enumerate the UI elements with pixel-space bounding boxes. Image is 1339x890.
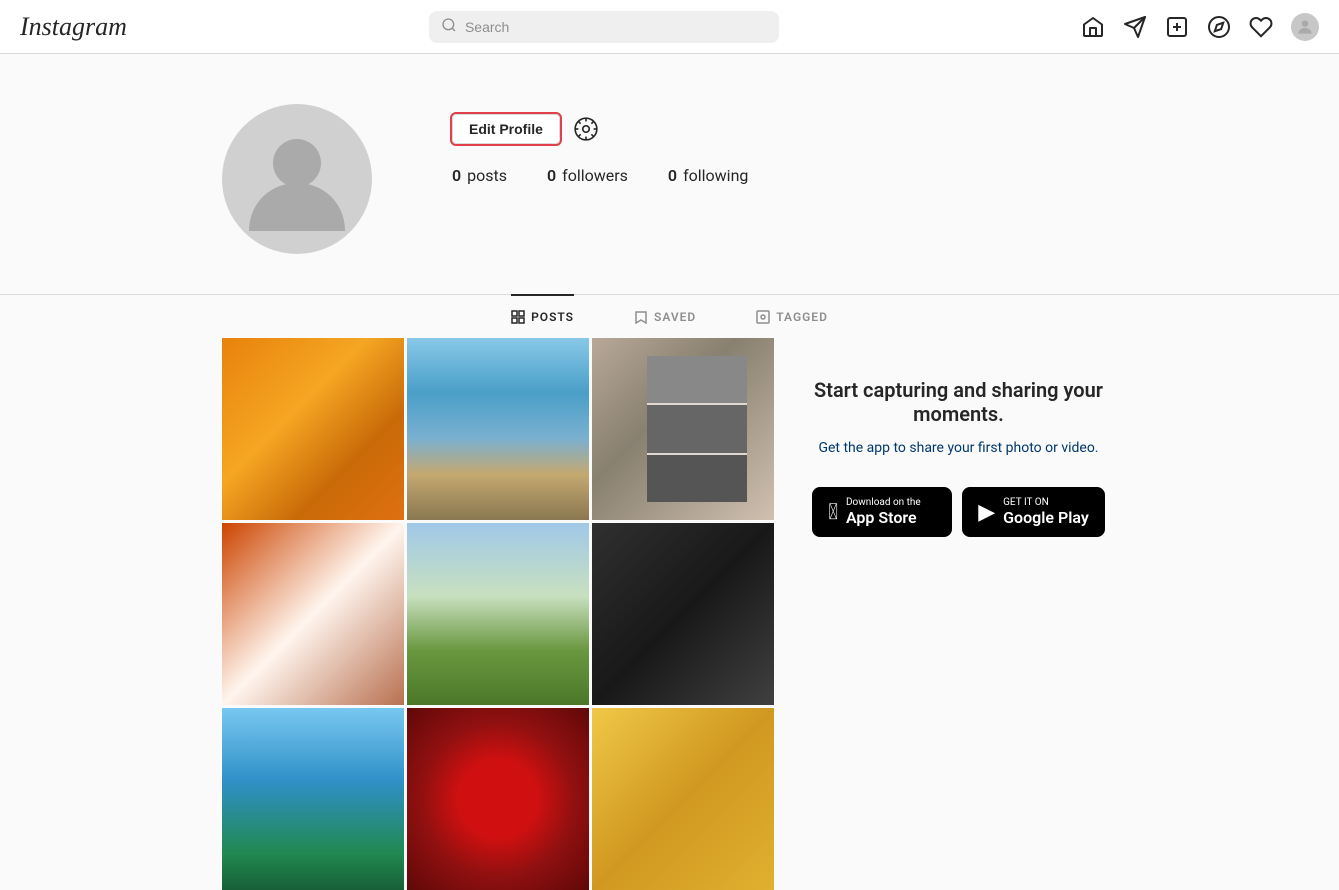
explore-icon[interactable] <box>1207 15 1231 39</box>
apple-icon:  <box>828 500 838 525</box>
instagram-logo[interactable]: Instagram <box>20 12 127 42</box>
posts-stat: 0 posts <box>452 166 507 185</box>
tag-icon <box>756 310 770 324</box>
play-icon: ▶ <box>978 500 995 525</box>
grid-cell-cactus[interactable] <box>407 523 589 705</box>
tab-tagged-label: TAGGED <box>776 310 828 324</box>
grid-cell-dog[interactable] <box>222 523 404 705</box>
activity-icon[interactable] <box>1249 15 1273 39</box>
googleplay-small: GET IT ON <box>1003 497 1089 508</box>
grid-cell-inner <box>222 338 404 520</box>
grid-icon <box>511 310 525 324</box>
grid-cell-baby[interactable] <box>592 523 774 705</box>
followers-stat[interactable]: 0 followers <box>547 166 628 185</box>
profile-avatar-nav[interactable] <box>1291 13 1319 41</box>
profile-stats: 0 posts 0 followers 0 following <box>452 166 1117 185</box>
appstore-text: Download on the App Store <box>846 497 921 527</box>
profile-avatar <box>222 104 372 254</box>
followers-label: followers <box>562 166 628 185</box>
tab-saved[interactable]: SAVED <box>634 294 696 338</box>
promo-section: Start capturing and sharing your moments… <box>800 338 1117 890</box>
settings-icon[interactable] <box>572 115 600 143</box>
content-area: Start capturing and sharing your moments… <box>202 338 1137 890</box>
photo-grid <box>222 338 772 890</box>
following-stat[interactable]: 0 following <box>668 166 748 185</box>
edit-profile-button[interactable]: Edit Profile <box>452 114 560 144</box>
grid-cell-photos[interactable] <box>592 338 774 520</box>
main-content: Edit Profile <box>0 54 1339 890</box>
posts-count: 0 <box>452 166 461 185</box>
googleplay-text: GET IT ON Google Play <box>1003 497 1089 527</box>
profile-avatar-container <box>222 104 372 254</box>
grid-cell-coast[interactable] <box>407 338 589 520</box>
profile-info: Edit Profile <box>452 104 1117 203</box>
googleplay-large: Google Play <box>1003 508 1089 527</box>
appstore-small: Download on the <box>846 497 921 508</box>
following-count: 0 <box>668 166 677 185</box>
search-box <box>429 11 779 43</box>
appstore-badge[interactable]:  Download on the App Store <box>812 487 952 537</box>
posts-label: posts <box>467 166 507 185</box>
profile-actions: Edit Profile <box>452 114 1117 144</box>
home-icon[interactable] <box>1081 15 1105 39</box>
search-container <box>429 11 779 43</box>
tab-posts-label: POSTS <box>531 310 574 324</box>
store-badges:  Download on the App Store ▶ GET IT ON … <box>800 487 1117 537</box>
followers-count: 0 <box>547 166 556 185</box>
search-icon <box>441 17 457 37</box>
promo-subtitle: Get the app to share your first photo or… <box>800 438 1117 459</box>
profile-section: Edit Profile <box>202 84 1137 294</box>
tab-tagged[interactable]: TAGGED <box>756 294 828 338</box>
new-post-icon[interactable] <box>1165 15 1189 39</box>
search-input[interactable] <box>465 19 767 35</box>
grid-cell-oranges[interactable] <box>222 338 404 520</box>
googleplay-badge[interactable]: ▶ GET IT ON Google Play <box>962 487 1105 537</box>
following-label: following <box>683 166 748 185</box>
header-nav <box>1081 13 1319 41</box>
grid-cell-flowers[interactable] <box>407 708 589 890</box>
tabs-bar: POSTS SAVED TAGGED <box>202 295 1137 338</box>
bookmark-icon <box>634 310 648 324</box>
direct-icon[interactable] <box>1123 15 1147 39</box>
appstore-large: App Store <box>846 508 921 527</box>
tab-posts[interactable]: POSTS <box>511 294 574 338</box>
promo-title: Start capturing and sharing your moments… <box>800 378 1117 426</box>
grid-cell-ride[interactable] <box>222 708 404 890</box>
grid-cell-cat[interactable] <box>592 708 774 890</box>
main-header: Instagram <box>0 0 1339 54</box>
tab-saved-label: SAVED <box>654 310 696 324</box>
